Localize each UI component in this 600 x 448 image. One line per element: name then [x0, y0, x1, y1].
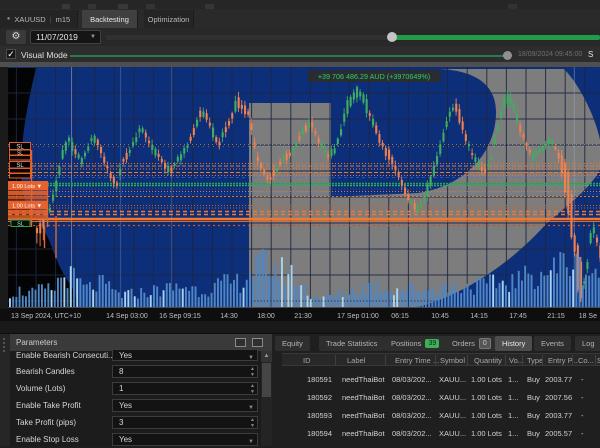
svg-text:18:00: 18:00	[257, 313, 275, 320]
svg-text:17 Sep 01:00: 17 Sep 01:00	[337, 313, 379, 320]
svg-text:SL: SL	[17, 222, 24, 228]
svg-text:17:45: 17:45	[509, 313, 527, 320]
svg-text:10:45: 10:45	[431, 313, 449, 320]
svg-text:1.00 Lots ▼: 1.00 Lots ▼	[12, 204, 42, 210]
svg-text:14:15: 14:15	[470, 313, 488, 320]
svg-text:13 Sep 2024, UTC+10: 13 Sep 2024, UTC+10	[11, 313, 81, 320]
svg-text:14 Sep 03:00: 14 Sep 03:00	[106, 313, 148, 320]
svg-text:06:15: 06:15	[391, 313, 409, 320]
svg-text:21:15: 21:15	[547, 313, 565, 320]
svg-text:+39 706 486.29 AUD (+3970649%): +39 706 486.29 AUD (+3970649%)	[318, 72, 430, 81]
svg-text:16 Sep 09:15: 16 Sep 09:15	[159, 313, 201, 320]
svg-text:14:30: 14:30	[220, 313, 238, 320]
svg-text:18 Se: 18 Se	[579, 313, 597, 320]
svg-text:1.00 Lots ▼: 1.00 Lots ▼	[12, 184, 42, 190]
svg-text:21:30: 21:30	[294, 313, 312, 320]
